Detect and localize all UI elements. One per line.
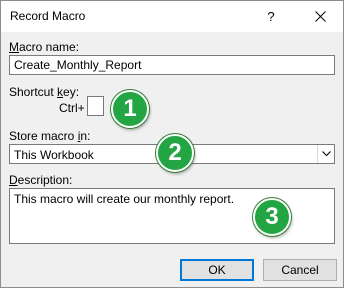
title-bar: Record Macro ? [1, 1, 343, 32]
help-button[interactable]: ? [251, 1, 291, 32]
ok-button[interactable]: OK [180, 259, 254, 281]
annotation-badge-3: 3 [253, 198, 291, 236]
macro-name-input[interactable]: Create_Monthly_Report [9, 55, 335, 75]
shortcut-key-input[interactable] [87, 96, 104, 116]
dropdown-arrow[interactable] [317, 145, 334, 163]
close-icon [314, 11, 326, 22]
shortcut-key-label: Shortcut key: [9, 85, 80, 99]
record-macro-dialog: Record Macro ? Macro name: Create_Monthl… [0, 0, 344, 288]
macro-name-label: Macro name: [9, 40, 80, 54]
close-button[interactable] [297, 1, 343, 32]
cancel-button[interactable]: Cancel [263, 259, 337, 281]
annotation-badge-2: 2 [156, 134, 194, 172]
chevron-down-icon [321, 151, 331, 157]
annotation-badge-1: 1 [111, 90, 149, 128]
dialog-title: Record Macro [10, 9, 86, 23]
store-macro-selected-value: This Workbook [14, 148, 94, 162]
store-macro-label: Store macro in: [9, 129, 91, 143]
description-label: Description: [9, 173, 73, 187]
ctrl-prefix-label: Ctrl+ [59, 101, 85, 115]
